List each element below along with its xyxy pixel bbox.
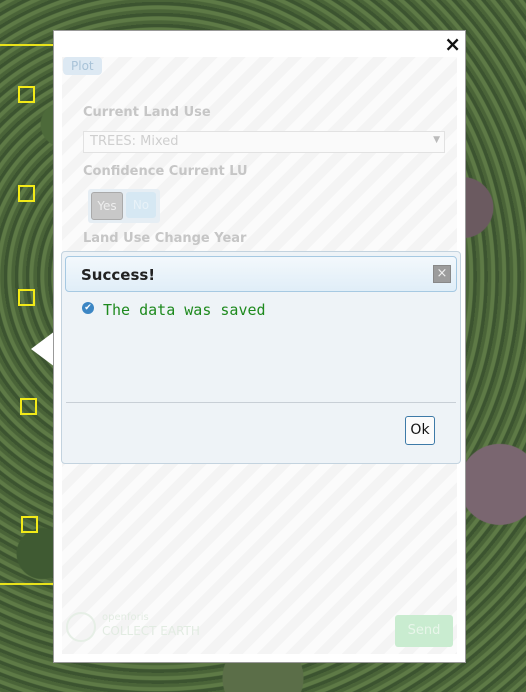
tab-plot[interactable]: Plot: [63, 57, 102, 75]
balloon-pointer: [31, 331, 55, 367]
dialog-close-button[interactable]: ×: [433, 265, 451, 283]
current-land-use-value: TREES: Mixed: [90, 134, 179, 149]
close-balloon-button[interactable]: ×: [444, 33, 461, 55]
plot-boundary-top: [0, 44, 55, 46]
dialog-message: The data was saved: [103, 301, 266, 319]
plot-boundary-bottom: [0, 583, 55, 585]
sample-point-marker[interactable]: [18, 185, 35, 202]
ok-button[interactable]: Ok: [405, 416, 435, 445]
no-button[interactable]: No: [126, 192, 156, 218]
logo-icon: [66, 612, 96, 642]
dialog-divider: [66, 402, 456, 403]
logo-text-top: openforis: [102, 612, 149, 623]
collect-earth-logo: openforis COLLECT EARTH: [66, 612, 206, 644]
check-circle-icon: ✔: [82, 302, 94, 314]
confidence-label: Confidence Current LU: [83, 164, 248, 179]
send-button[interactable]: Send: [395, 615, 453, 647]
sample-point-marker[interactable]: [18, 289, 35, 306]
current-land-use-select[interactable]: TREES: Mixed ▼: [83, 131, 445, 153]
current-land-use-label: Current Land Use: [83, 105, 211, 120]
sample-point-marker[interactable]: [21, 516, 38, 533]
chevron-down-icon: ▼: [433, 135, 440, 145]
logo-text-bottom: COLLECT EARTH: [102, 624, 200, 638]
sample-point-marker[interactable]: [18, 86, 35, 103]
success-dialog: Success! × ✔ The data was saved Ok: [61, 251, 461, 464]
sample-point-marker[interactable]: [20, 398, 37, 415]
yes-button[interactable]: Yes: [91, 192, 123, 220]
dialog-header: Success! ×: [65, 256, 457, 292]
confidence-toggle: Yes No: [88, 189, 160, 223]
dialog-title: Success!: [81, 266, 156, 284]
change-year-label: Land Use Change Year: [83, 231, 247, 246]
